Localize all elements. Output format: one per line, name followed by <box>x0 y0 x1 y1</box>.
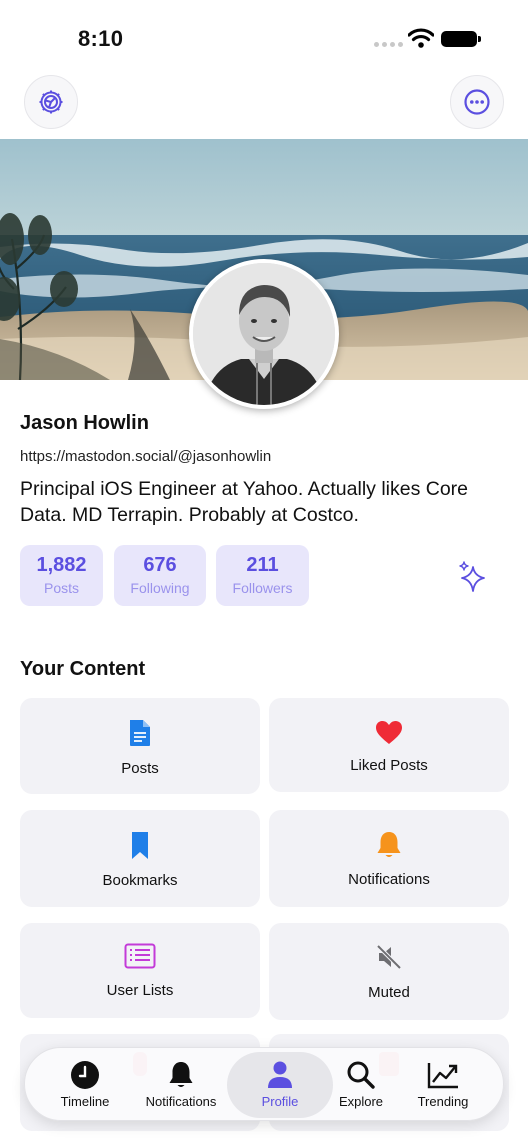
clock-icon <box>71 1061 99 1089</box>
stat-label: Following <box>130 580 190 596</box>
more-button[interactable] <box>450 75 504 129</box>
tile-label: User Lists <box>106 982 174 999</box>
tab-profile[interactable]: Profile <box>227 1052 333 1118</box>
profile-avatar[interactable] <box>189 259 339 409</box>
stat-posts-button[interactable]: 1,882 Posts <box>20 545 103 606</box>
chart-icon <box>427 1063 458 1089</box>
battery-icon <box>441 31 481 47</box>
stat-value: 1,882 <box>36 554 87 576</box>
stat-value: 676 <box>143 554 177 576</box>
section-title: Your Content <box>20 658 146 680</box>
tile-bookmarks[interactable]: Bookmarks <box>20 810 260 907</box>
tile-muted[interactable]: Muted <box>269 923 509 1020</box>
signal-icon <box>374 42 403 47</box>
avatar-photo <box>193 263 335 405</box>
tab-explore[interactable]: Explore <box>333 1048 389 1120</box>
tile-liked-posts[interactable]: Liked Posts <box>269 698 509 792</box>
tab-label: Notifications <box>145 1094 217 1109</box>
sparkles-icon[interactable] <box>458 561 486 593</box>
settings-button[interactable] <box>24 75 78 129</box>
tile-label: Liked Posts <box>350 757 428 774</box>
tile-notifications[interactable]: Notifications <box>269 810 509 907</box>
tile-label: Bookmarks <box>102 872 178 889</box>
magnifier-icon <box>347 1061 375 1089</box>
tab-trending[interactable]: Trending <box>409 1048 477 1120</box>
status-bar: 8:10 <box>0 0 528 70</box>
stat-followers-button[interactable]: 211 Followers <box>216 545 309 606</box>
person-icon <box>268 1061 292 1088</box>
stat-label: Followers <box>232 580 293 596</box>
stat-following-button[interactable]: 676 Following <box>114 545 206 606</box>
tile-label: Notifications <box>348 871 430 888</box>
wifi-icon <box>408 28 434 48</box>
stat-label: Posts <box>43 580 79 596</box>
tab-label: Explore <box>338 1094 384 1109</box>
gear-icon <box>39 90 63 114</box>
profile-name: Jason Howlin <box>20 412 149 434</box>
tab-bar: Timeline Notifications Profile Explore T… <box>24 1047 504 1121</box>
bookmark-icon <box>132 832 148 859</box>
document-icon <box>130 720 150 746</box>
status-time: 8:10 <box>78 26 124 51</box>
tab-label: Profile <box>261 1094 299 1109</box>
tile-posts[interactable]: Posts <box>20 698 260 794</box>
tile-user-lists[interactable]: User Lists <box>20 923 260 1018</box>
tile-label: Muted <box>368 984 410 1001</box>
speaker-mute-icon <box>375 943 403 971</box>
tile-label: Posts <box>121 760 159 777</box>
heart-icon <box>376 721 402 744</box>
stat-value: 211 <box>246 554 279 576</box>
bell-icon <box>377 832 401 857</box>
list-icon <box>124 943 156 969</box>
tab-timeline[interactable]: Timeline <box>43 1048 127 1120</box>
tab-label: Timeline <box>60 1094 110 1109</box>
tab-label: Trending <box>417 1094 469 1109</box>
bell-icon <box>169 1062 193 1087</box>
ellipsis-icon <box>464 89 490 115</box>
profile-handle-link[interactable]: https://mastodon.social/@jasonhowlin <box>20 448 271 465</box>
profile-bio: Principal iOS Engineer at Yahoo. Actuall… <box>20 478 469 526</box>
tab-notifications[interactable]: Notifications <box>133 1048 229 1120</box>
